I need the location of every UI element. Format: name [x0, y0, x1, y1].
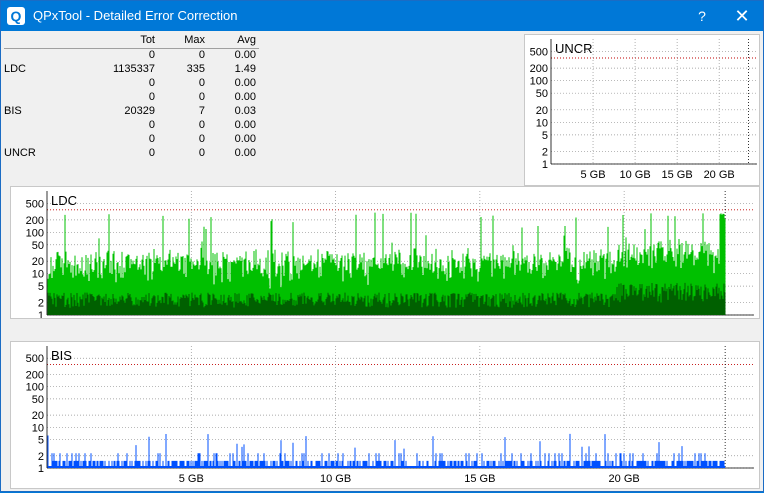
stats-cell-avg: 0.03 [234, 105, 256, 117]
y-tick-label: 1 [542, 159, 548, 171]
stats-row: 0 0 0.00 [4, 77, 259, 91]
title-bar[interactable]: Q QPxTool - Detailed Error Correction ? … [1, 1, 763, 31]
chart-title: UNCR [555, 41, 593, 56]
y-tick-label: 2 [38, 298, 44, 310]
stats-cell-avg: 0.00 [234, 119, 256, 131]
stats-cell-label: UNCR [4, 147, 36, 159]
stats-header-tot: Tot [140, 34, 155, 46]
stats-cell-avg: 0.00 [234, 91, 256, 103]
ldc-chart: LDC5002001005020105215 GB10 GB15 GB20 GB [10, 186, 760, 332]
y-tick-label: 50 [32, 240, 44, 252]
stats-cell-tot: 0 [148, 147, 155, 159]
stats-cell-avg: 0.00 [234, 147, 256, 159]
y-tick-label: 20 [536, 105, 548, 117]
app-window: Q QPxTool - Detailed Error Correction ? … [0, 0, 764, 492]
stats-row: BIS 20329 7 0.03 [4, 105, 259, 119]
x-tick-label: 10 GB [320, 473, 351, 485]
x-tick-label: 15 GB [662, 169, 693, 181]
y-tick-label: 200 [26, 215, 44, 227]
stats-cell-tot: 0 [148, 91, 155, 103]
stats-header-avg: Avg [237, 34, 256, 46]
stats-header-row: Tot Max Avg [4, 34, 259, 49]
stats-cell-tot: 20329 [124, 105, 155, 117]
y-tick-label: 20 [32, 256, 44, 268]
stats-cell-avg: 0.00 [234, 77, 256, 89]
y-tick-label: 10 [32, 269, 44, 281]
stats-cell-avg: 0.00 [234, 133, 256, 145]
stats-cell-label: LDC [4, 63, 27, 75]
stats-cell-max: 7 [198, 105, 205, 117]
stats-cell-max: 0 [198, 49, 205, 61]
y-tick-label: 5 [38, 281, 44, 293]
x-tick-label: 15 GB [464, 473, 495, 485]
x-tick-label: 20 GB [609, 473, 640, 485]
stats-row: 0 0 0.00 [4, 49, 259, 63]
y-tick-label: 100 [530, 76, 548, 88]
bis-chart-svg: BIS5002001005020105215 GB 10 GB 15 GB 20 GB [26, 346, 754, 485]
y-tick-label: 500 [26, 353, 44, 365]
stats-cell-max: 0 [198, 91, 205, 103]
bis-chart: BIS 500 200 100 50 20 10 5 2 1 5 GB 10 GB 15 GB 20 GB [10, 341, 760, 489]
stats-row: 0 0 0.00 [4, 133, 259, 147]
stats-cell-label: BIS [4, 105, 22, 117]
y-tick-label: 1 [38, 310, 44, 318]
chart-title: LDC [51, 193, 77, 208]
close-button[interactable]: ✕ [719, 1, 764, 31]
x-tick-label: 5 GB [179, 473, 204, 485]
stats-header-max: Max [184, 34, 205, 46]
y-tick-label: 2 [542, 146, 548, 158]
y-tick-label: 500 [530, 47, 548, 59]
y-tick-label: 200 [26, 369, 44, 381]
uncr-chart: UNCR 500 200 100 50 20 10 5 2 1 5 GB 10 GB 15 GB 20 G… [524, 34, 760, 186]
y-tick-label: 500 [26, 198, 44, 210]
y-tick-label: 1 [38, 463, 44, 475]
stats-cell-avg: 1.49 [234, 63, 256, 75]
y-tick-label: 20 [32, 410, 44, 422]
uncr-chart-svg: UNCR5002001005020105215 GB 10 GB 15 GB 20 G… [530, 39, 757, 181]
stats-cell-tot: 0 [148, 77, 155, 89]
stats-row: 0 0 0.00 [4, 91, 259, 105]
stats-cell-tot: 0 [148, 49, 155, 61]
y-tick-label: 100 [26, 227, 44, 239]
y-tick-label: 5 [38, 435, 44, 447]
y-tick-label: 2 [38, 451, 44, 463]
window-title: QPxTool - Detailed Error Correction [33, 8, 238, 23]
stats-row: UNCR 0 0 0.00 [4, 147, 259, 161]
y-tick-label: 5 [542, 130, 548, 142]
stats-cell-tot: 1135337 [112, 63, 155, 75]
x-tick-label: 10 GB [619, 169, 650, 181]
y-tick-label: 50 [536, 88, 548, 100]
stats-cell-max: 0 [198, 147, 205, 159]
y-tick-label: 10 [536, 117, 548, 129]
stats-cell-avg: 0.00 [234, 49, 256, 61]
ldc-chart-svg: LDC5002001005020105215 GB10 GB15 GB20 GB [26, 191, 754, 332]
stats-cell-tot: 0 [148, 133, 155, 145]
stats-row: 0 0 0.00 [4, 119, 259, 133]
y-tick-label: 200 [530, 63, 548, 75]
content-area: Tot Max Avg 0 0 0.00 LDC 1135337 335 1.4… [1, 31, 763, 491]
stats-row: LDC 1135337 335 1.49 [4, 63, 259, 77]
stats-table: Tot Max Avg 0 0 0.00 LDC 1135337 335 1.4… [4, 34, 259, 161]
y-tick-label: 50 [32, 394, 44, 406]
stats-cell-tot: 0 [148, 119, 155, 131]
stats-cell-max: 0 [198, 77, 205, 89]
app-icon: Q [7, 7, 25, 25]
y-tick-label: 10 [32, 422, 44, 434]
x-tick-label: 20 GB [704, 169, 735, 181]
stats-cell-max: 0 [198, 119, 205, 131]
stats-cell-max: 335 [186, 63, 205, 75]
stats-cell-max: 0 [198, 133, 205, 145]
x-tick-label: 5 GB [581, 169, 606, 181]
y-tick-label: 100 [26, 382, 44, 394]
chart-title: BIS [51, 348, 72, 363]
